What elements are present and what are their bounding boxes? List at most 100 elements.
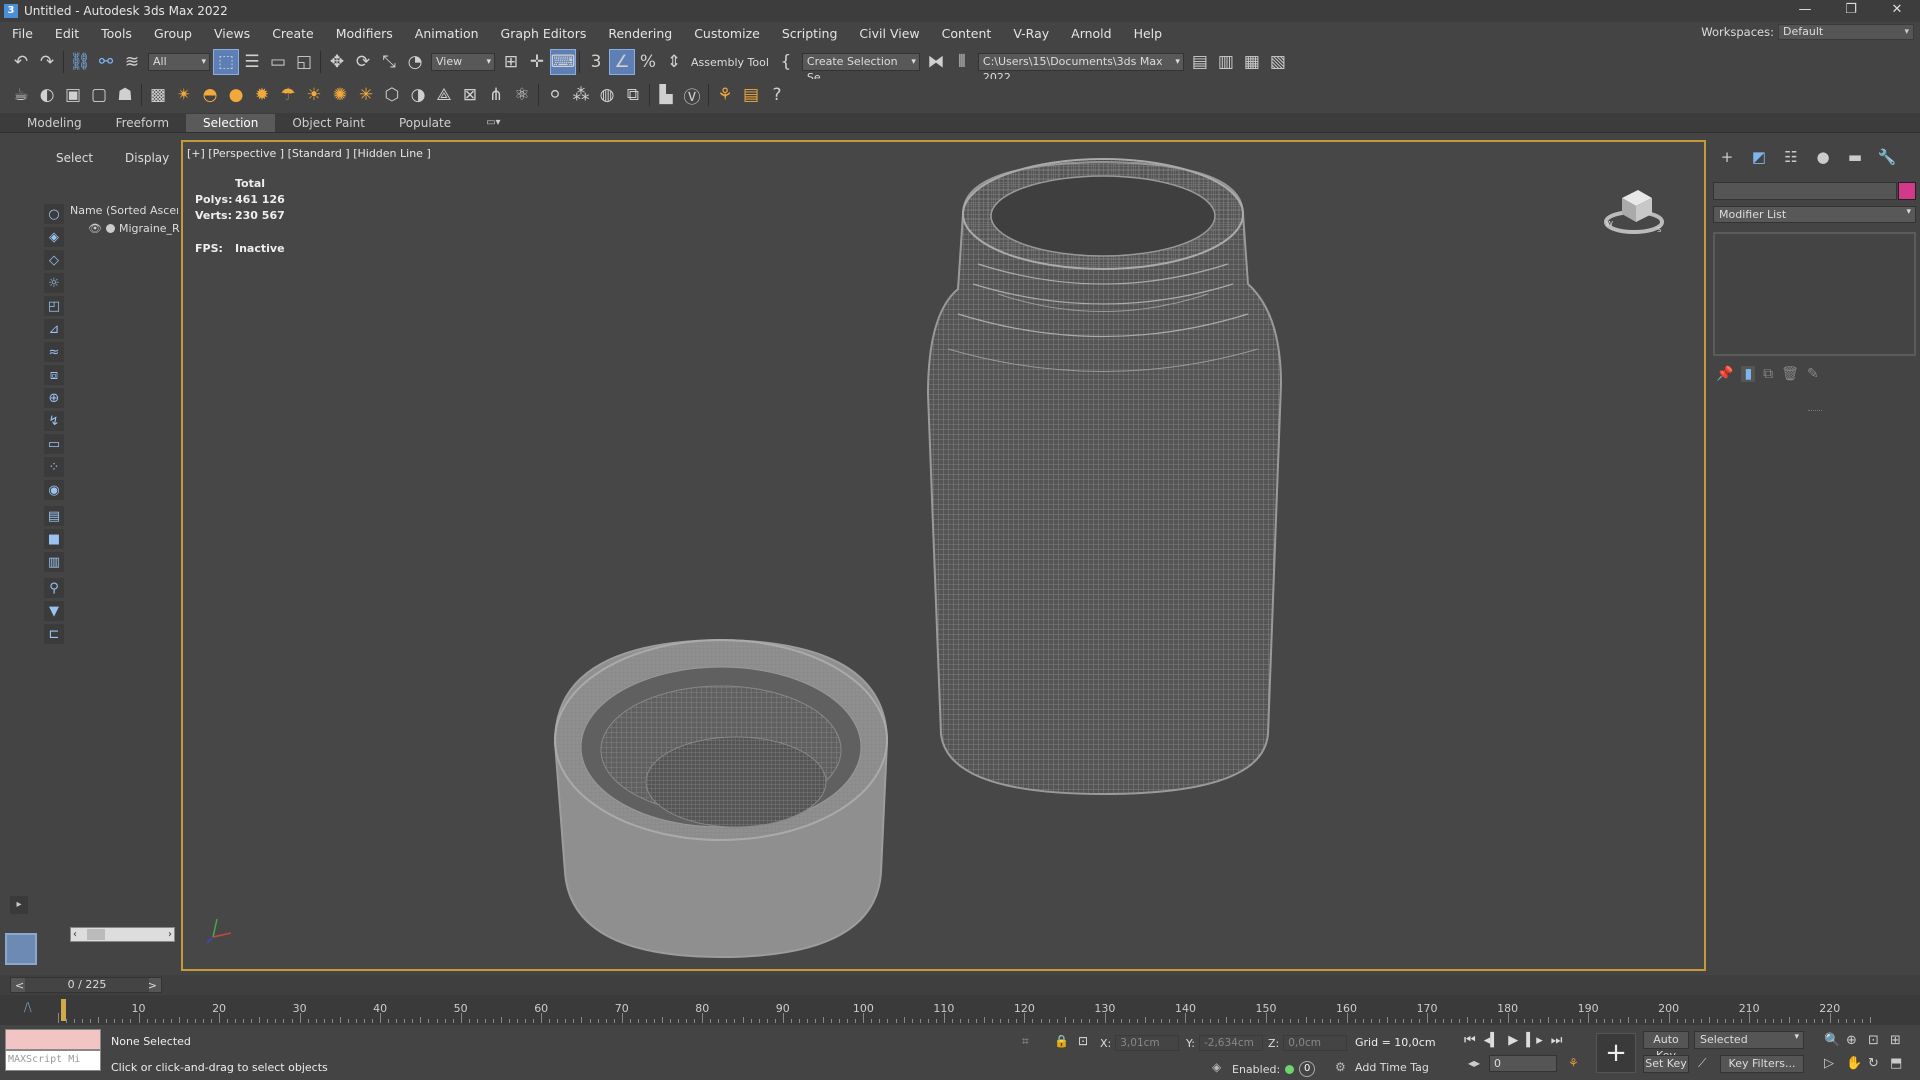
scene-explorer-toggle-icon[interactable]: ▤: [1187, 49, 1213, 75]
vray-fur-icon[interactable]: ◑: [405, 82, 431, 108]
hierarchy-tab-icon[interactable]: ☷: [1776, 146, 1806, 168]
percent-snap-icon[interactable]: %: [635, 49, 661, 75]
ribbon-tab-selection[interactable]: Selection: [186, 113, 276, 132]
time-prev-icon[interactable]: <: [15, 979, 24, 992]
display-cameras-icon[interactable]: ◰: [44, 296, 64, 316]
play-icon[interactable]: ▶: [1508, 1033, 1518, 1048]
display-none-icon[interactable]: ○: [44, 204, 64, 224]
display-bones-icon[interactable]: ↯: [44, 411, 64, 431]
enabled-green-dot-icon[interactable]: [1285, 1064, 1295, 1074]
display-containers-icon[interactable]: ▭: [44, 434, 64, 454]
track-bar[interactable]: ⧸⧹ 10 20 30 40 50 60 70 80 90 100 110 120 130 140 150 1…: [0, 995, 1920, 1025]
menu-edit[interactable]: Edit: [44, 26, 90, 41]
time-configuration-icon[interactable]: ⚘: [1568, 1056, 1579, 1070]
place-icon[interactable]: ◔: [402, 49, 428, 75]
current-frame-field[interactable]: 0: [1489, 1055, 1557, 1072]
scene-object-name[interactable]: Migraine_R: [119, 222, 180, 235]
set-key-button[interactable]: Set Key: [1643, 1055, 1689, 1073]
time-slider[interactable]: < 0 / 225 >: [10, 977, 162, 993]
set-keys-icon[interactable]: +: [1596, 1033, 1636, 1073]
utilities-tab-icon[interactable]: 🔧: [1872, 146, 1902, 168]
select-manipulate-icon[interactable]: ✛: [524, 49, 550, 75]
menu-animation[interactable]: Animation: [404, 26, 490, 41]
scroll-thumb[interactable]: [87, 929, 105, 940]
vray-ies-light-icon[interactable]: ✹: [249, 82, 275, 108]
vray-light-lister-icon[interactable]: ✺: [327, 82, 353, 108]
mirror-icon[interactable]: ⧓: [923, 49, 949, 75]
unlink-icon[interactable]: ⚯: [93, 49, 119, 75]
help-icon[interactable]: ?: [764, 82, 790, 108]
display-shapes-icon[interactable]: ◇: [44, 250, 64, 270]
y-coordinate-field[interactable]: -2,634cm: [1198, 1035, 1263, 1051]
named-selection-dropdown[interactable]: Create Selection Se: [801, 53, 920, 84]
move-icon[interactable]: ✥: [324, 49, 350, 75]
time-config-icon[interactable]: ◂▸: [1468, 1056, 1480, 1070]
render-production-icon[interactable]: ☗: [112, 82, 138, 108]
scene-tab-display[interactable]: Display: [109, 143, 185, 165]
key-mode-dropdown[interactable]: Selected: [1694, 1031, 1804, 1049]
menu-content[interactable]: Content: [931, 26, 1003, 41]
scale-icon[interactable]: ⤡: [376, 49, 402, 75]
align-icon[interactable]: ⫴: [949, 49, 975, 75]
visibility-eye-icon[interactable]: 👁: [88, 222, 102, 235]
menu-graph-editors[interactable]: Graph Editors: [490, 26, 598, 41]
display-helpers-icon[interactable]: ⊿: [44, 319, 64, 339]
create-tab-icon[interactable]: +: [1712, 146, 1742, 168]
time-next-icon[interactable]: >: [148, 979, 157, 992]
display-lights-icon[interactable]: ☼: [44, 273, 64, 293]
scene-column-header[interactable]: Name (Sorted Ascend: [70, 204, 178, 217]
toggle-ribbon-icon[interactable]: ▦: [1239, 49, 1265, 75]
freeze-toggle-icon[interactable]: [105, 224, 115, 233]
absolute-mode-icon[interactable]: ⊡: [1078, 1034, 1088, 1048]
modify-tab-icon[interactable]: ◩: [1744, 146, 1774, 168]
scroll-right-icon[interactable]: ›: [168, 929, 172, 940]
undo-icon[interactable]: ↶: [8, 49, 34, 75]
menu-rendering[interactable]: Rendering: [597, 26, 683, 41]
zoom-extents-all-icon[interactable]: ⊞: [1890, 1033, 1912, 1048]
menu-file[interactable]: File: [0, 26, 44, 41]
vray-mesh-export-icon[interactable]: ⊠: [457, 82, 483, 108]
ribbon-options-icon[interactable]: ▭▾: [486, 117, 500, 128]
display-geometry-icon[interactable]: ◈: [44, 227, 64, 247]
layer-sort-icon[interactable]: ⊏: [44, 624, 64, 644]
menu-views[interactable]: Views: [203, 26, 261, 41]
ribbon-tab-freeform[interactable]: Freeform: [99, 114, 186, 132]
menu-scripting[interactable]: Scripting: [771, 26, 849, 41]
display-hidden-icon[interactable]: ◉: [44, 480, 64, 500]
angle-snap-icon[interactable]: ∠: [609, 49, 635, 75]
vray-light-icon[interactable]: ✴: [171, 82, 197, 108]
jar-wireframe-object[interactable]: [923, 154, 1283, 804]
link-icon[interactable]: ⛓: [67, 49, 93, 75]
display-dependents-icon[interactable]: ▥: [44, 552, 64, 572]
display-particles-icon[interactable]: ⁘: [44, 457, 64, 477]
display-children-icon[interactable]: ▤: [44, 506, 64, 526]
selection-filter-dropdown[interactable]: All: [148, 53, 210, 71]
vray-fur-grass-icon[interactable]: ⋔: [483, 82, 509, 108]
teapot-icon[interactable]: ☕: [8, 82, 34, 108]
scene-horizontal-scrollbar[interactable]: ‹ ›: [70, 927, 175, 942]
modifier-list-dropdown[interactable]: Modifier List: [1713, 206, 1916, 223]
keyboard-shortcut-override-icon[interactable]: ⌨: [550, 49, 576, 75]
menu-civil-view[interactable]: Civil View: [848, 26, 930, 41]
menu-group[interactable]: Group: [143, 26, 203, 41]
previous-frame-icon[interactable]: ◂▍: [1484, 1033, 1501, 1048]
time-tag-icon[interactable]: ⚙: [1335, 1060, 1346, 1074]
menu-help[interactable]: Help: [1123, 26, 1174, 41]
edit-named-selection-icon[interactable]: {: [773, 49, 799, 75]
adaptive-degradation-icon[interactable]: ◈: [1212, 1060, 1221, 1074]
object-name-field[interactable]: [1713, 182, 1897, 200]
layer-explorer-button[interactable]: [5, 933, 37, 965]
perspective-viewport[interactable]: [+] [Perspective ] [Standard ] [Hidden L…: [181, 140, 1706, 971]
frame-ruler[interactable]: 10 20 30 40 50 60 70 80 90 100 110 120 130 140 150 160 1…: [58, 999, 1871, 1023]
scroll-left-icon[interactable]: ‹: [73, 929, 77, 940]
configure-modifier-sets-icon[interactable]: ✎: [1807, 366, 1819, 382]
filter-toggle-icon[interactable]: ⚲: [44, 578, 64, 598]
vray-proxy-icon[interactable]: ⬡: [379, 82, 405, 108]
enabled-count[interactable]: 0: [1299, 1061, 1316, 1077]
display-xrefs-icon[interactable]: ⊕: [44, 388, 64, 408]
z-coordinate-field[interactable]: 0,0cm: [1283, 1035, 1348, 1051]
vray-multi-material-icon[interactable]: ⁂: [568, 82, 594, 108]
vray-scene-converter-icon[interactable]: ⧉: [620, 82, 646, 108]
add-time-tag[interactable]: Add Time Tag: [1355, 1061, 1429, 1074]
lid-wireframe-object[interactable]: [551, 632, 891, 962]
